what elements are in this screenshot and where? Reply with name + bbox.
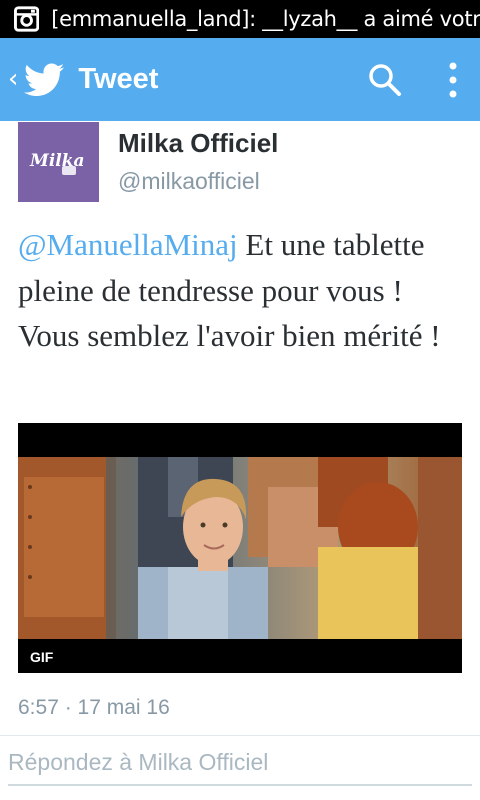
twitter-bird-icon[interactable] [24,63,65,97]
page-title: Tweet [78,63,159,95]
instagram-icon [14,6,40,32]
notification-text: [emmanuella_land]: __lyzah__ a aimé votr… [51,7,480,31]
reply-input[interactable]: Répondez à Milka Officiel [8,749,268,776]
back-chevron-icon[interactable]: ‹ [8,64,18,94]
milka-logo: Milka [18,122,99,202]
reply-input-underline [8,784,472,786]
gif-frame-image [18,457,462,639]
avatar[interactable]: Milka [18,122,99,202]
tweet-media-gif[interactable]: GIF [18,423,462,673]
more-vert-icon[interactable] [448,62,458,98]
tweet-timestamp: 6:57 · 17 mai 16 [18,696,170,719]
status-bar: [emmanuella_land]: __lyzah__ a aimé votr… [0,0,480,38]
mention-link[interactable]: @ManuellaMinaj [18,227,238,262]
action-bar: ‹ Tweet [0,38,480,121]
search-icon[interactable] [368,63,402,97]
author-name[interactable]: Milka Officiel [118,128,278,159]
svg-text:Milka: Milka [29,151,85,171]
divider [0,735,480,736]
gif-badge: GIF [30,649,54,665]
author-handle[interactable]: @milkaofficiel [118,168,260,195]
tweet-text: @ManuellaMinaj Et une tablette pleine de… [18,222,468,359]
